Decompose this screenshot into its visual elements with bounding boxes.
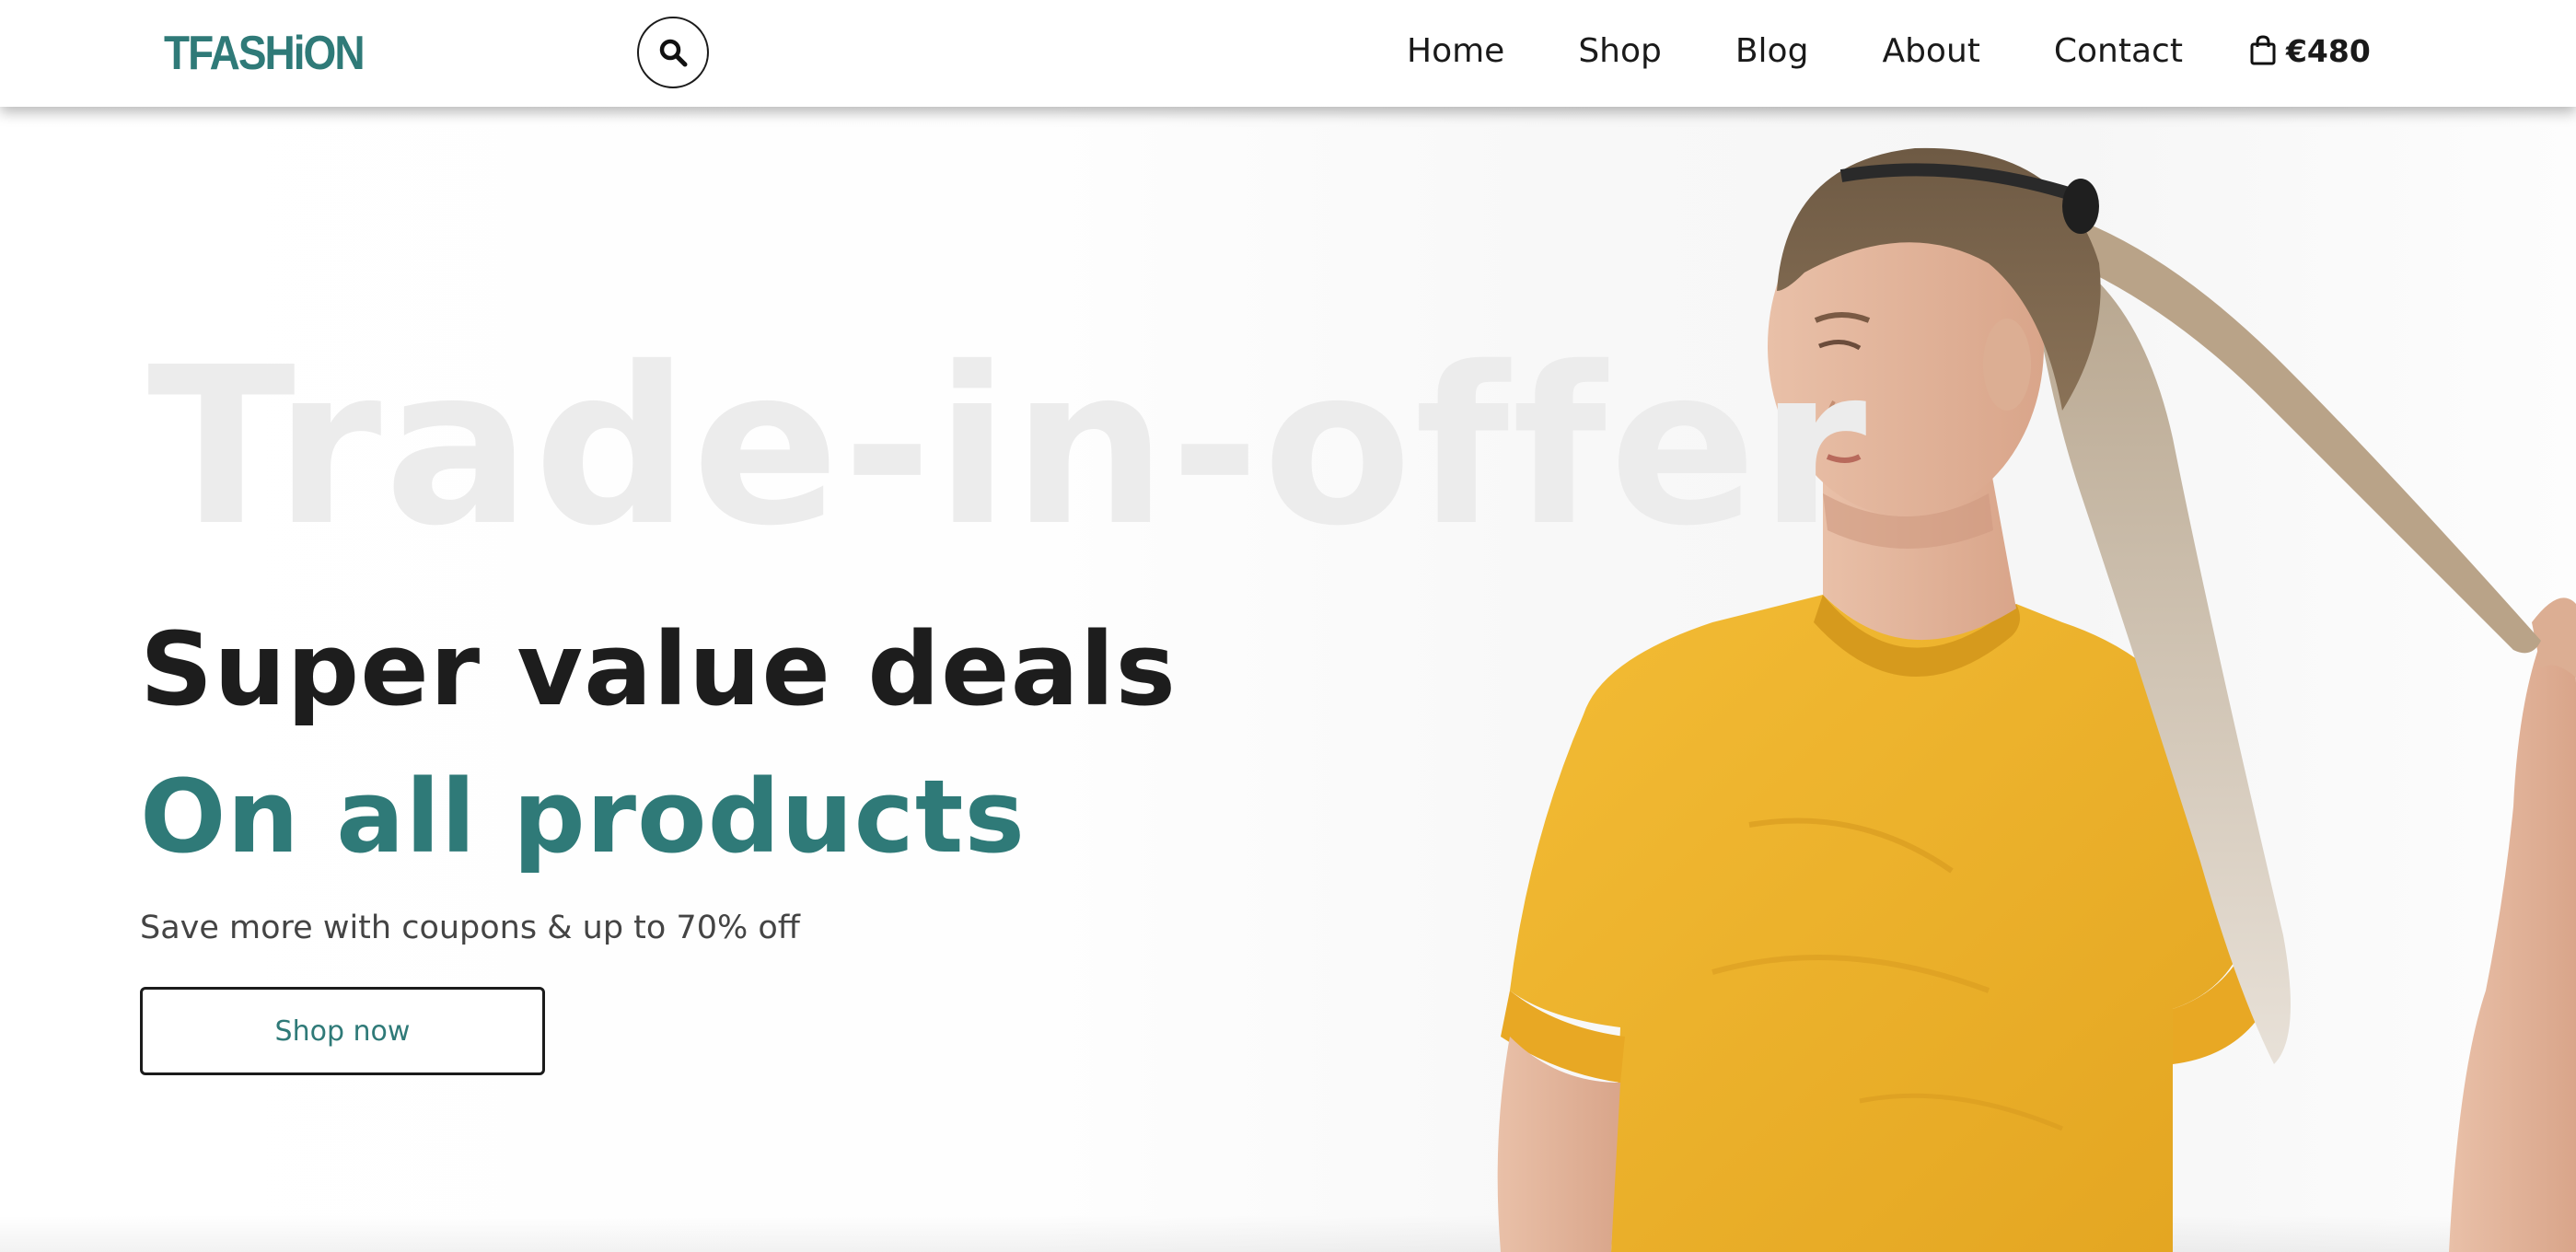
brand-logo[interactable]: TFASHiON [164, 25, 366, 80]
hero-tagline: Save more with coupons & up to 70% off [140, 910, 800, 946]
search-button[interactable] [637, 17, 709, 88]
cart-total: €480 [2285, 32, 2371, 69]
hero-watermark-text: Trade-in-offer [147, 320, 1870, 574]
main-nav: Home Shop Blog About Contact €480 [1407, 28, 2371, 74]
search-icon [659, 39, 688, 67]
site-header: TFASHiON Home Shop Blog About Contact €4… [0, 0, 2576, 107]
cart-button[interactable]: €480 [2249, 33, 2371, 69]
shop-now-button[interactable]: Shop now [140, 987, 545, 1075]
hero-subheadline: On all products [140, 758, 1026, 875]
nav-contact[interactable]: Contact [2054, 32, 2183, 70]
nav-blog[interactable]: Blog [1735, 32, 1809, 70]
page: Trade-in-offer Super value deals On all … [0, 0, 2576, 1252]
hero-model-image [1473, 107, 2576, 1252]
hero-headline: Super value deals [140, 610, 1178, 728]
shopping-bag-icon [2250, 35, 2276, 65]
nav-about[interactable]: About [1882, 32, 1979, 70]
nav-home[interactable]: Home [1407, 32, 1504, 70]
nav-shop[interactable]: Shop [1578, 32, 1662, 70]
